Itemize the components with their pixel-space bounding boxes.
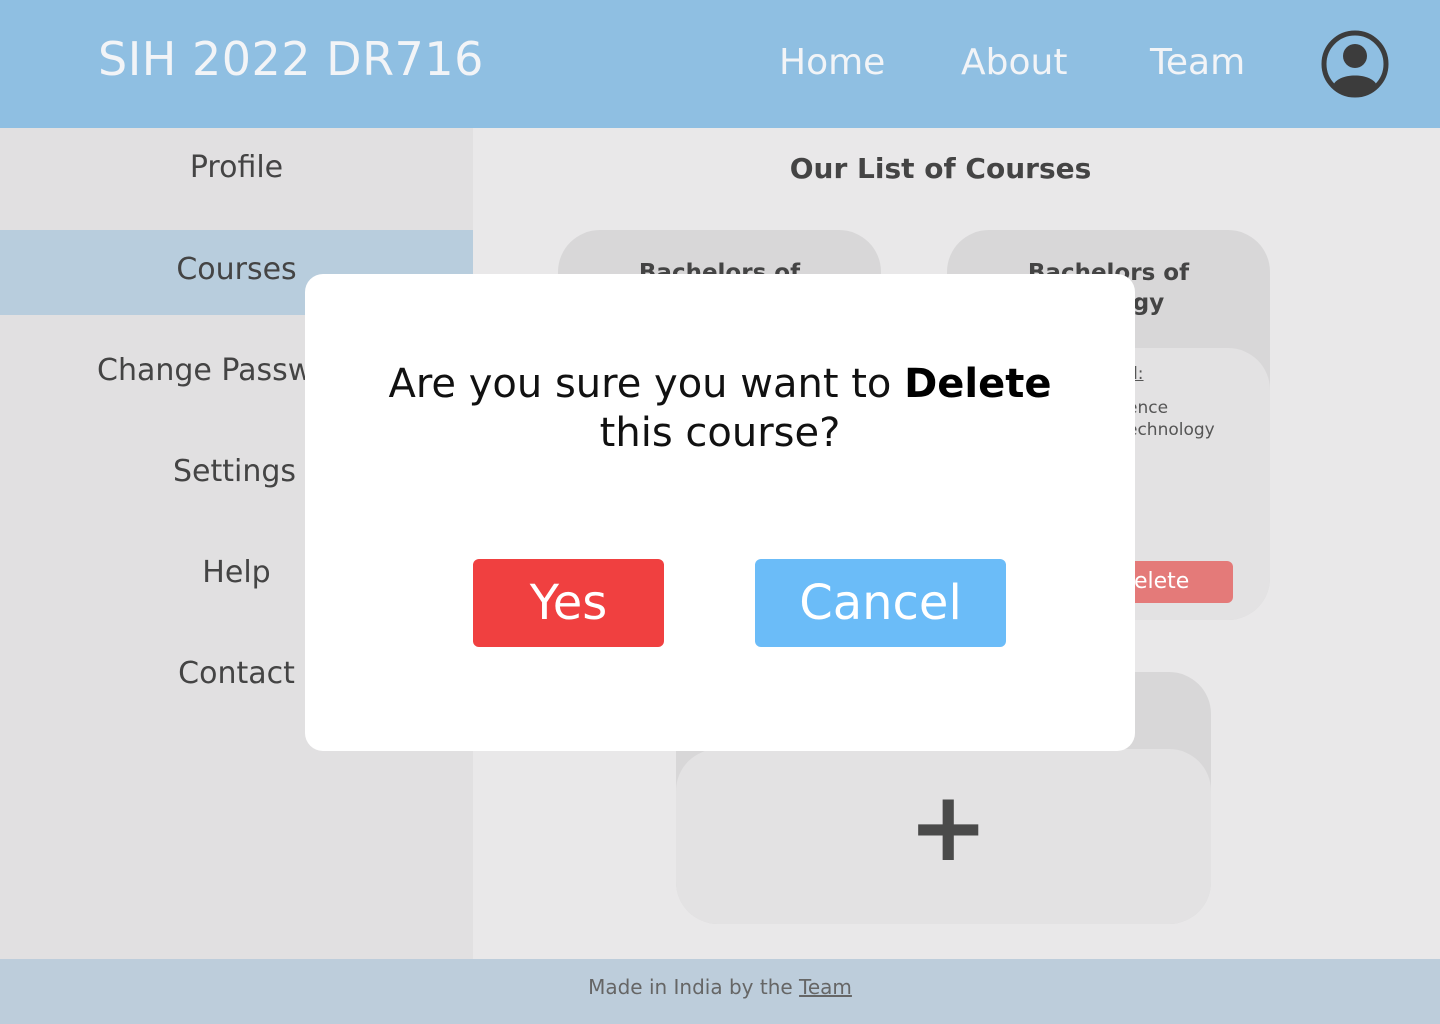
user-circle-icon[interactable] xyxy=(1321,30,1389,98)
top-header: SIH 2022 DR716 Home About Team xyxy=(0,0,1440,128)
dialog-message-emphasis: Delete xyxy=(904,361,1052,407)
yes-button[interactable]: Yes xyxy=(473,559,664,647)
footer-team-link[interactable]: Team xyxy=(799,975,852,999)
dialog-message-text: this course? xyxy=(599,410,841,456)
footer: Made in India by the Team xyxy=(0,959,1440,1024)
confirm-delete-dialog: Are you sure you want to Delete this cou… xyxy=(305,274,1135,751)
footer-text: Made in India by the xyxy=(588,975,800,999)
course-card-field-value: echnology xyxy=(1127,420,1215,440)
nav-about-link[interactable]: About xyxy=(961,42,1067,83)
add-course-card-body: + xyxy=(676,749,1211,924)
nav-team-link[interactable]: Team xyxy=(1150,42,1245,83)
brand-title: SIH 2022 DR716 xyxy=(98,32,484,86)
plus-icon[interactable]: + xyxy=(908,779,988,875)
page-title: Our List of Courses xyxy=(789,152,1092,185)
nav-home-link[interactable]: Home xyxy=(779,42,885,83)
dialog-message: Are you sure you want to Delete this cou… xyxy=(305,360,1135,458)
cancel-button[interactable]: Cancel xyxy=(755,559,1006,647)
dialog-message-text: Are you sure you want to xyxy=(388,361,905,407)
sidebar-item-profile[interactable]: Profile xyxy=(0,128,473,213)
